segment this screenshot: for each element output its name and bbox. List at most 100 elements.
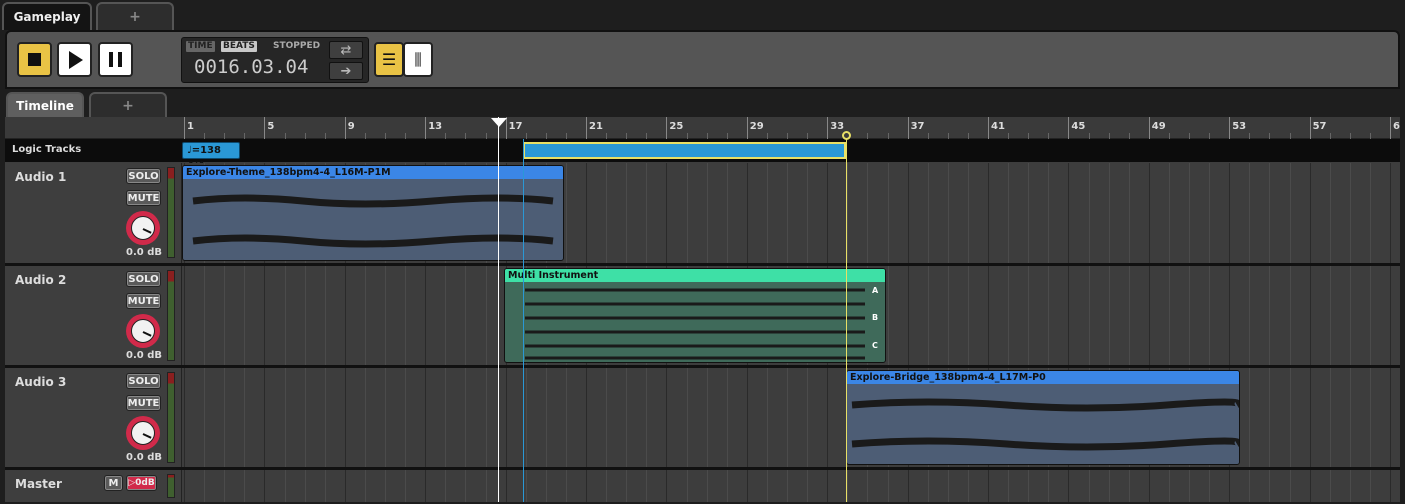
level-meter xyxy=(167,474,175,498)
ruler-tick xyxy=(666,117,668,139)
clip-title: Explore-Bridge_138bpm4-4_L17M-P0 xyxy=(847,371,1239,384)
ruler-tick-label: 6 xyxy=(1393,121,1400,132)
grid-line xyxy=(204,368,206,467)
grid-line xyxy=(364,266,366,365)
audio-clip[interactable]: Explore-Bridge_138bpm4-4_L17M-P0 xyxy=(846,370,1240,465)
ruler-tick xyxy=(1229,117,1231,139)
grid-line xyxy=(565,368,567,467)
playhead[interactable] xyxy=(498,117,499,502)
grid-line xyxy=(184,368,185,467)
loop-button[interactable]: ⇄ xyxy=(329,41,363,59)
timeline-area: 1 5 9 13 17 21 25 29 33 37 41 45 49 53 57 6 Logic Track… xyxy=(5,117,1400,502)
track-lane[interactable]: Explore-Theme_138bpm4-4_L16M-P1M xyxy=(182,163,1400,263)
grid-line xyxy=(807,470,809,502)
ruler-tick-label: 9 xyxy=(347,121,355,132)
solo-button[interactable]: SOLO xyxy=(126,271,161,287)
grid-line xyxy=(1189,470,1190,502)
follow-button[interactable]: ➔ xyxy=(329,62,363,80)
track-master: Master M ▷0dB xyxy=(5,470,1400,502)
ruler-tick xyxy=(1309,117,1311,139)
volume-knob[interactable] xyxy=(126,416,160,450)
mute-button[interactable]: MUTE xyxy=(126,395,161,411)
grid-line xyxy=(445,368,447,467)
grid-line xyxy=(1249,368,1251,467)
grid-line xyxy=(304,266,306,365)
stop-button[interactable] xyxy=(17,42,52,77)
grid-line xyxy=(1329,266,1331,365)
grid-line xyxy=(324,266,326,365)
grid-line xyxy=(264,368,266,467)
time-display: TIME BEATS STOPPED 0016.03.04 ⇄ ➔ xyxy=(181,37,369,83)
grid-line xyxy=(766,368,768,467)
grid-line xyxy=(787,163,788,263)
grid-line xyxy=(1349,163,1351,263)
grid-line xyxy=(1108,266,1110,365)
transport-panel: TIME BEATS STOPPED 0016.03.04 ⇄ ➔ ☰ ⫼ xyxy=(5,30,1400,89)
volume-knob[interactable] xyxy=(126,314,160,348)
ruler-tick-label: 5 xyxy=(267,121,275,132)
grid-line xyxy=(1269,266,1271,365)
audio-clip[interactable]: Explore-Theme_138bpm4-4_L16M-P1M xyxy=(182,165,564,261)
grid-line xyxy=(706,163,708,263)
mixer-view-button[interactable]: ⫼ xyxy=(403,42,433,77)
grid-line xyxy=(1369,368,1371,467)
list-view-button[interactable]: ☰ xyxy=(374,42,404,77)
add-view-tab-button[interactable]: + xyxy=(89,92,167,117)
ruler-tick-label: 41 xyxy=(991,121,1005,132)
play-button[interactable] xyxy=(57,42,92,77)
app-window: Gameplay + TIME BEATS STOPPED 0016.03.04… xyxy=(0,0,1405,504)
stop-icon xyxy=(28,53,41,66)
time-ruler[interactable]: 1 5 9 13 17 21 25 29 33 37 41 45 49 53 57 6 xyxy=(182,117,1400,139)
add-doc-tab-button[interactable]: + xyxy=(96,2,174,30)
grid-line xyxy=(1028,266,1030,365)
multi-instrument-clip[interactable]: Multi Instrument A B C xyxy=(504,268,886,363)
mute-button[interactable]: MUTE xyxy=(126,293,161,309)
track-lane[interactable] xyxy=(182,470,1400,502)
playhead-handle-icon[interactable] xyxy=(491,118,507,127)
grid-line xyxy=(626,368,628,467)
loop-end-line xyxy=(846,139,847,502)
grid-line xyxy=(445,266,447,365)
volume-knob[interactable] xyxy=(126,211,160,245)
grid-line xyxy=(545,470,547,502)
beats-mode-toggle[interactable]: BEATS xyxy=(221,41,257,52)
ruler-tick-label: 53 xyxy=(1232,121,1247,132)
grid-line xyxy=(264,266,266,365)
master-level-button[interactable]: ▷0dB xyxy=(126,475,157,491)
grid-line xyxy=(867,163,869,263)
grid-line xyxy=(1229,470,1231,502)
grid-line xyxy=(1289,470,1291,502)
solo-button[interactable]: SOLO xyxy=(126,373,161,389)
logic-tracks-row: Logic Tracks ♩=138 4/4 xyxy=(5,139,1400,171)
ruler-tick xyxy=(1390,117,1391,139)
grid-line xyxy=(1008,470,1010,502)
grid-line xyxy=(726,163,728,263)
loop-region[interactable] xyxy=(523,142,846,159)
grid-line xyxy=(646,470,648,502)
tempo-marker[interactable]: ♩=138 4/4 xyxy=(182,142,240,171)
tab-gameplay[interactable]: Gameplay xyxy=(2,2,92,30)
tab-timeline-label: Timeline xyxy=(16,98,74,113)
mixer-icon: ⫼ xyxy=(414,49,422,69)
track-lane[interactable]: Multi Instrument A B C xyxy=(182,266,1400,365)
solo-button[interactable]: SOLO xyxy=(126,168,161,184)
list-icon: ☰ xyxy=(381,50,397,69)
pause-button[interactable] xyxy=(98,42,133,77)
track-lane[interactable]: Explore-Bridge_138bpm4-4_L17M-P0 xyxy=(182,368,1400,467)
grid-line xyxy=(626,470,628,502)
track-audio-3: Audio 3 SOLO MUTE 0.0 dB Explore-Bridge_… xyxy=(5,368,1400,467)
grid-line xyxy=(1088,470,1090,502)
loop-end-handle-icon[interactable] xyxy=(842,131,851,140)
ruler-tick xyxy=(907,117,909,139)
grid-line xyxy=(1309,163,1311,263)
pause-icon xyxy=(109,52,122,67)
time-mode-toggle[interactable]: TIME xyxy=(186,41,215,52)
grid-line xyxy=(1068,266,1070,365)
grid-line xyxy=(746,470,748,502)
mute-button[interactable]: MUTE xyxy=(126,190,161,206)
grid-line xyxy=(284,368,286,467)
ruler-tick-label: 29 xyxy=(749,121,764,132)
master-mute-button[interactable]: M xyxy=(104,475,123,491)
grid-line xyxy=(626,163,628,263)
tab-timeline[interactable]: Timeline xyxy=(6,92,84,117)
